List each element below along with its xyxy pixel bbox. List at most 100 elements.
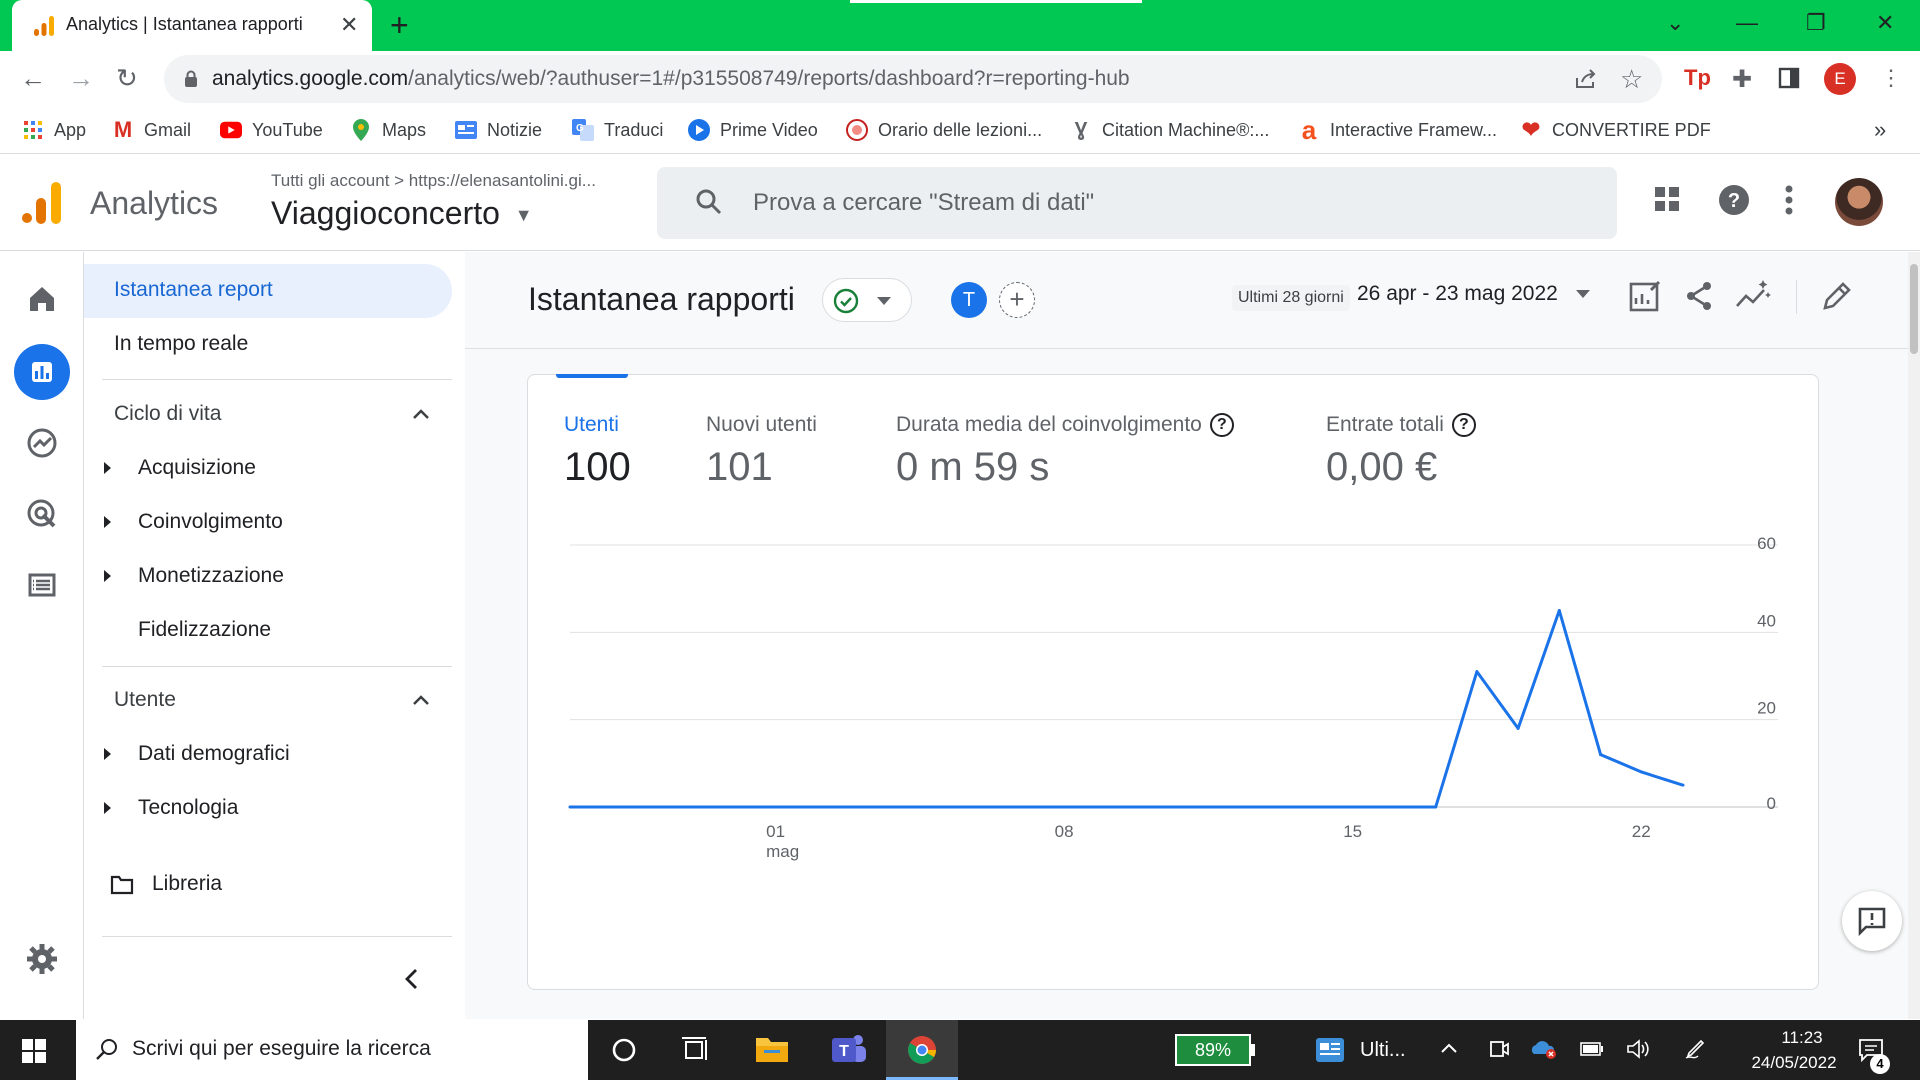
nav-item-fidelizzazione[interactable]: Fidelizzazione bbox=[138, 618, 271, 642]
nav-item-snapshot[interactable]: Istantanea report bbox=[114, 278, 273, 302]
browser-tab-active[interactable]: Analytics | Istantanea rapporti ✕ bbox=[12, 0, 372, 51]
bookmark-gmail[interactable]: M Gmail bbox=[112, 115, 191, 145]
tab-close-icon[interactable]: ✕ bbox=[340, 12, 358, 38]
onedrive-error-icon[interactable] bbox=[1530, 1038, 1558, 1060]
edit-pencil-icon[interactable] bbox=[1817, 276, 1857, 316]
help-icon[interactable]: ? bbox=[1718, 184, 1750, 216]
teams-icon[interactable]: T bbox=[812, 1020, 884, 1080]
more-vert-icon[interactable] bbox=[1785, 185, 1793, 215]
bookmark-interactive-framework[interactable]: a Interactive Framew... bbox=[1298, 115, 1497, 145]
metric-tab-entrate-totali[interactable]: Entrate totali? 0,00 € bbox=[1326, 413, 1476, 490]
date-range-picker[interactable]: 26 apr - 23 mag 2022 bbox=[1357, 282, 1590, 306]
nav-item-monetizzazione[interactable]: Monetizzazione bbox=[138, 564, 284, 588]
page-scrollbar[interactable] bbox=[1908, 252, 1920, 1019]
help-question-icon[interactable]: ? bbox=[1451, 413, 1476, 437]
home-icon[interactable] bbox=[23, 280, 61, 318]
clock-time[interactable]: 11:23 bbox=[1762, 1028, 1842, 1048]
nav-item-tecnologia[interactable]: Tecnologia bbox=[138, 796, 238, 820]
clock-date[interactable]: 24/05/2022 bbox=[1734, 1053, 1854, 1073]
cortana-circle-icon[interactable] bbox=[588, 1020, 660, 1080]
heart-icon: ❤ bbox=[1521, 117, 1541, 142]
expand-arrow-icon[interactable] bbox=[104, 516, 111, 528]
bookmark-maps[interactable]: Maps bbox=[350, 115, 426, 145]
minimize-window-icon[interactable]: — bbox=[1736, 10, 1758, 36]
nav-item-dati-demografici[interactable]: Dati demografici bbox=[138, 742, 290, 766]
scrollbar-thumb[interactable] bbox=[1910, 264, 1918, 354]
configure-list-icon[interactable] bbox=[23, 566, 61, 604]
feedback-button[interactable] bbox=[1842, 891, 1902, 951]
metric-tab-nuovi-utenti[interactable]: Nuovi utenti 101 bbox=[706, 413, 817, 490]
report-status-dropdown[interactable] bbox=[822, 278, 912, 322]
bookmark-traduci[interactable]: G Traduci bbox=[572, 115, 663, 145]
share-page-icon[interactable] bbox=[1574, 68, 1598, 90]
tp-extension-icon[interactable]: Tp bbox=[1684, 65, 1711, 91]
meet-now-icon[interactable] bbox=[1488, 1038, 1510, 1060]
metric-tab-durata-media[interactable]: Durata media del coinvolgimento? 0 m 59 … bbox=[896, 413, 1234, 490]
customize-report-icon[interactable] bbox=[1625, 276, 1665, 316]
expand-arrow-icon[interactable] bbox=[104, 802, 111, 814]
chrome-taskbar-button[interactable] bbox=[886, 1020, 958, 1080]
nav-item-realtime[interactable]: In tempo reale bbox=[114, 332, 248, 356]
add-comparison-button[interactable]: + bbox=[999, 282, 1035, 318]
bookmark-app[interactable]: App bbox=[22, 115, 86, 145]
side-panel-icon[interactable] bbox=[1778, 67, 1800, 89]
pen-ink-icon[interactable] bbox=[1684, 1038, 1708, 1060]
help-question-icon[interactable]: ? bbox=[1209, 413, 1234, 437]
new-tab-button[interactable]: + bbox=[390, 8, 409, 42]
bookmark-notizie[interactable]: Notizie bbox=[455, 115, 542, 145]
bookmark-orario[interactable]: Orario delle lezioni... bbox=[846, 115, 1042, 145]
address-bar[interactable]: analytics.google.com/analytics/web/?auth… bbox=[164, 55, 1662, 103]
search-box[interactable]: Prova a cercare "Stream di dati" bbox=[657, 167, 1617, 239]
comparison-chip[interactable]: T bbox=[951, 282, 987, 318]
user-avatar[interactable] bbox=[1835, 178, 1883, 226]
battery-tray-icon[interactable] bbox=[1580, 1042, 1604, 1056]
account-breadcrumb[interactable]: Tutti gli account > https://elenasantoli… bbox=[271, 171, 596, 191]
forward-arrow-icon[interactable]: → bbox=[68, 63, 94, 94]
restore-window-icon[interactable]: ❐ bbox=[1806, 10, 1826, 36]
bookmark-prime-video[interactable]: Prime Video bbox=[688, 115, 818, 145]
property-selector[interactable]: Viaggioconcerto ▼ bbox=[271, 195, 533, 232]
tray-chevron-up-icon[interactable] bbox=[1440, 1042, 1458, 1054]
expand-arrow-icon[interactable] bbox=[104, 570, 111, 582]
explore-trend-icon[interactable] bbox=[23, 424, 61, 462]
apps-grid-icon[interactable] bbox=[1653, 185, 1681, 213]
chrome-menu-icon[interactable]: ⋮ bbox=[1880, 65, 1902, 91]
advertising-target-icon[interactable] bbox=[23, 495, 61, 533]
nav-item-libreria[interactable]: Libreria bbox=[152, 872, 222, 896]
bookmarks-overflow-button[interactable]: » bbox=[1874, 115, 1886, 145]
collapse-nav-chevron-icon[interactable] bbox=[404, 968, 418, 990]
metric-value: 0,00 € bbox=[1326, 445, 1438, 489]
file-explorer-icon[interactable] bbox=[736, 1020, 808, 1080]
tab-search-chevron-icon[interactable]: ⌄ bbox=[1666, 10, 1684, 36]
share-icon[interactable] bbox=[1679, 276, 1719, 316]
settings-gear-icon[interactable] bbox=[23, 940, 61, 978]
university-seal-icon bbox=[846, 119, 868, 141]
bookmark-convertire-pdf[interactable]: ❤ CONVERTIRE PDF bbox=[1520, 115, 1711, 145]
bookmark-youtube[interactable]: YouTube bbox=[220, 115, 323, 145]
metric-tab-utenti[interactable]: Utenti 100 bbox=[564, 413, 631, 490]
data-point bbox=[1640, 770, 1644, 774]
battery-indicator[interactable]: 89% bbox=[1175, 1034, 1251, 1066]
insights-icon[interactable] bbox=[1733, 276, 1773, 316]
bookmark-star-icon[interactable]: ☆ bbox=[1620, 64, 1643, 95]
expand-arrow-icon[interactable] bbox=[104, 462, 111, 474]
nav-section-user[interactable]: Utente bbox=[114, 688, 176, 712]
chevron-up-icon[interactable] bbox=[412, 408, 430, 420]
bookmark-citation-machine[interactable]: Ɣ Citation Machine®:... bbox=[1070, 115, 1270, 145]
extensions-puzzle-icon[interactable]: ✚ bbox=[1732, 65, 1752, 94]
nav-item-acquisizione[interactable]: Acquisizione bbox=[138, 456, 256, 480]
back-arrow-icon[interactable]: ← bbox=[20, 63, 46, 94]
reload-icon[interactable]: ↻ bbox=[116, 63, 138, 94]
news-widget-label[interactable]: Ulti... bbox=[1360, 1039, 1406, 1062]
taskbar-search-box[interactable]: Scrivi qui per eseguire la ricerca bbox=[76, 1020, 588, 1080]
profile-avatar[interactable]: E bbox=[1824, 63, 1856, 95]
nav-item-coinvolgimento[interactable]: Coinvolgimento bbox=[138, 510, 283, 534]
volume-icon[interactable] bbox=[1626, 1038, 1650, 1060]
chevron-up-icon[interactable] bbox=[412, 694, 430, 706]
news-widget-icon[interactable] bbox=[1316, 1038, 1344, 1062]
nav-section-lifecycle[interactable]: Ciclo di vita bbox=[114, 402, 221, 426]
close-window-icon[interactable]: ✕ bbox=[1876, 10, 1894, 36]
expand-arrow-icon[interactable] bbox=[104, 748, 111, 760]
task-view-icon[interactable] bbox=[660, 1020, 732, 1080]
windows-start-icon[interactable] bbox=[22, 1039, 46, 1063]
